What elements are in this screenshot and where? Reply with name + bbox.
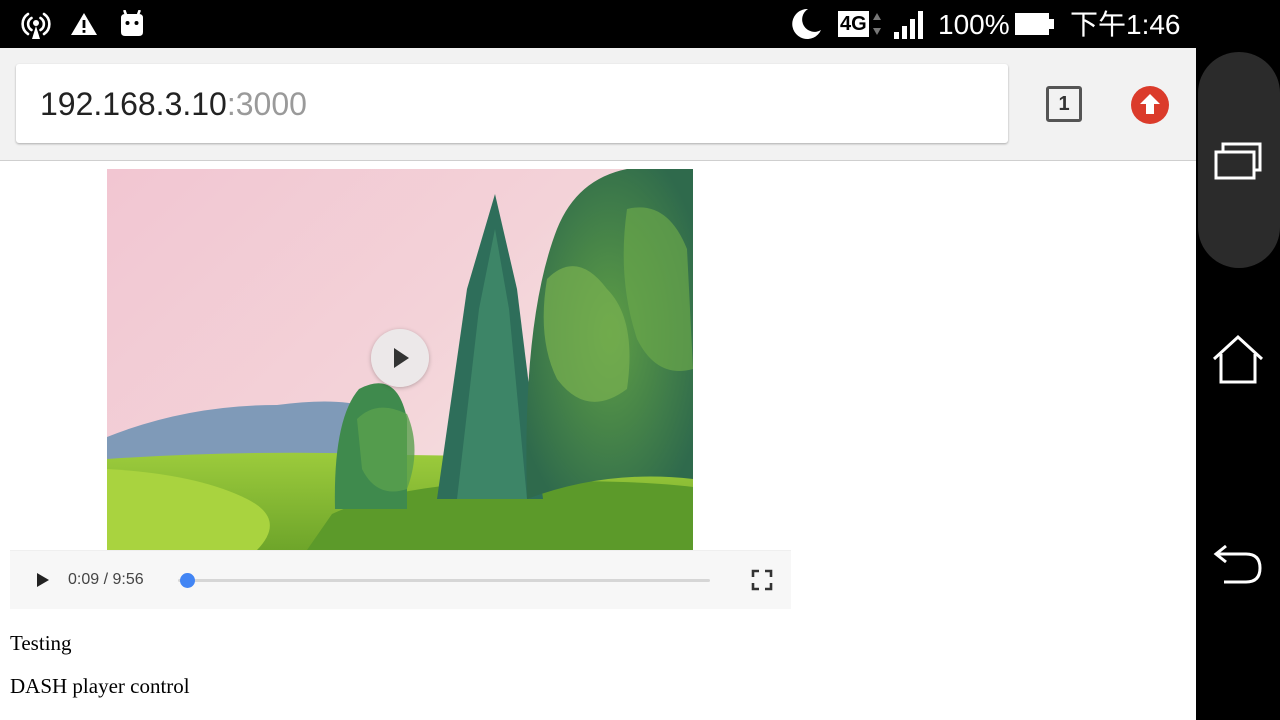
- home-icon: [1212, 334, 1264, 384]
- time-separator: /: [99, 571, 113, 588]
- 4g-data-arrows-icon: [872, 13, 881, 35]
- dash-player-control-text: DASH player control: [10, 674, 190, 698]
- back-button[interactable]: [1208, 530, 1268, 590]
- home-button[interactable]: [1208, 330, 1268, 390]
- wireless-hotspot-icon: [20, 8, 52, 40]
- browser-toolbar: 192.168.3.10:3000 1: [0, 48, 1196, 161]
- seek-bar[interactable]: [178, 573, 710, 588]
- clock: 下午1:46: [1070, 9, 1181, 40]
- url-host: 192.168.3.10: [40, 86, 227, 122]
- back-icon: [1213, 544, 1262, 584]
- testing-text: Testing: [10, 631, 72, 655]
- address-bar[interactable]: 192.168.3.10:3000: [16, 64, 1008, 143]
- url-text[interactable]: 192.168.3.10:3000: [40, 64, 307, 143]
- recents-icon: [1208, 130, 1268, 190]
- battery-icon: [1014, 8, 1056, 40]
- update-arrow-icon: [1140, 94, 1160, 114]
- android-icon: [118, 8, 146, 40]
- big-play-button[interactable]: [371, 329, 429, 387]
- battery-percent: 100%: [938, 9, 1010, 40]
- tab-switcher-button[interactable]: 1: [1046, 86, 1082, 122]
- url-port: :3000: [226, 86, 307, 122]
- play-button[interactable]: [30, 568, 54, 592]
- warning-icon: [70, 8, 98, 40]
- status-bar: 4G 100% 下午1:46: [0, 0, 1196, 48]
- update-button[interactable]: [1131, 86, 1169, 124]
- fullscreen-icon: [751, 569, 773, 591]
- recents-button[interactable]: [1198, 52, 1280, 268]
- big-play-icon: [394, 348, 409, 368]
- navigation-bar: [1196, 0, 1280, 720]
- signal-bars-icon: [892, 8, 928, 40]
- seek-thumb[interactable]: [179, 573, 195, 588]
- video-player[interactable]: [107, 169, 693, 550]
- fullscreen-button[interactable]: [750, 568, 774, 592]
- network-type-label: 4G: [838, 11, 869, 37]
- duration: 9:56: [112, 571, 144, 588]
- web-page: 0:09 / 9:56 Testing DASH player control: [0, 161, 1196, 720]
- network-type-icon: 4G: [838, 8, 882, 40]
- current-time: 0:09: [68, 571, 100, 588]
- video-controls: 0:09 / 9:56: [10, 550, 791, 609]
- moon-icon: [788, 8, 824, 40]
- time-display: 0:09 / 9:56: [68, 551, 144, 610]
- play-icon: [37, 573, 49, 587]
